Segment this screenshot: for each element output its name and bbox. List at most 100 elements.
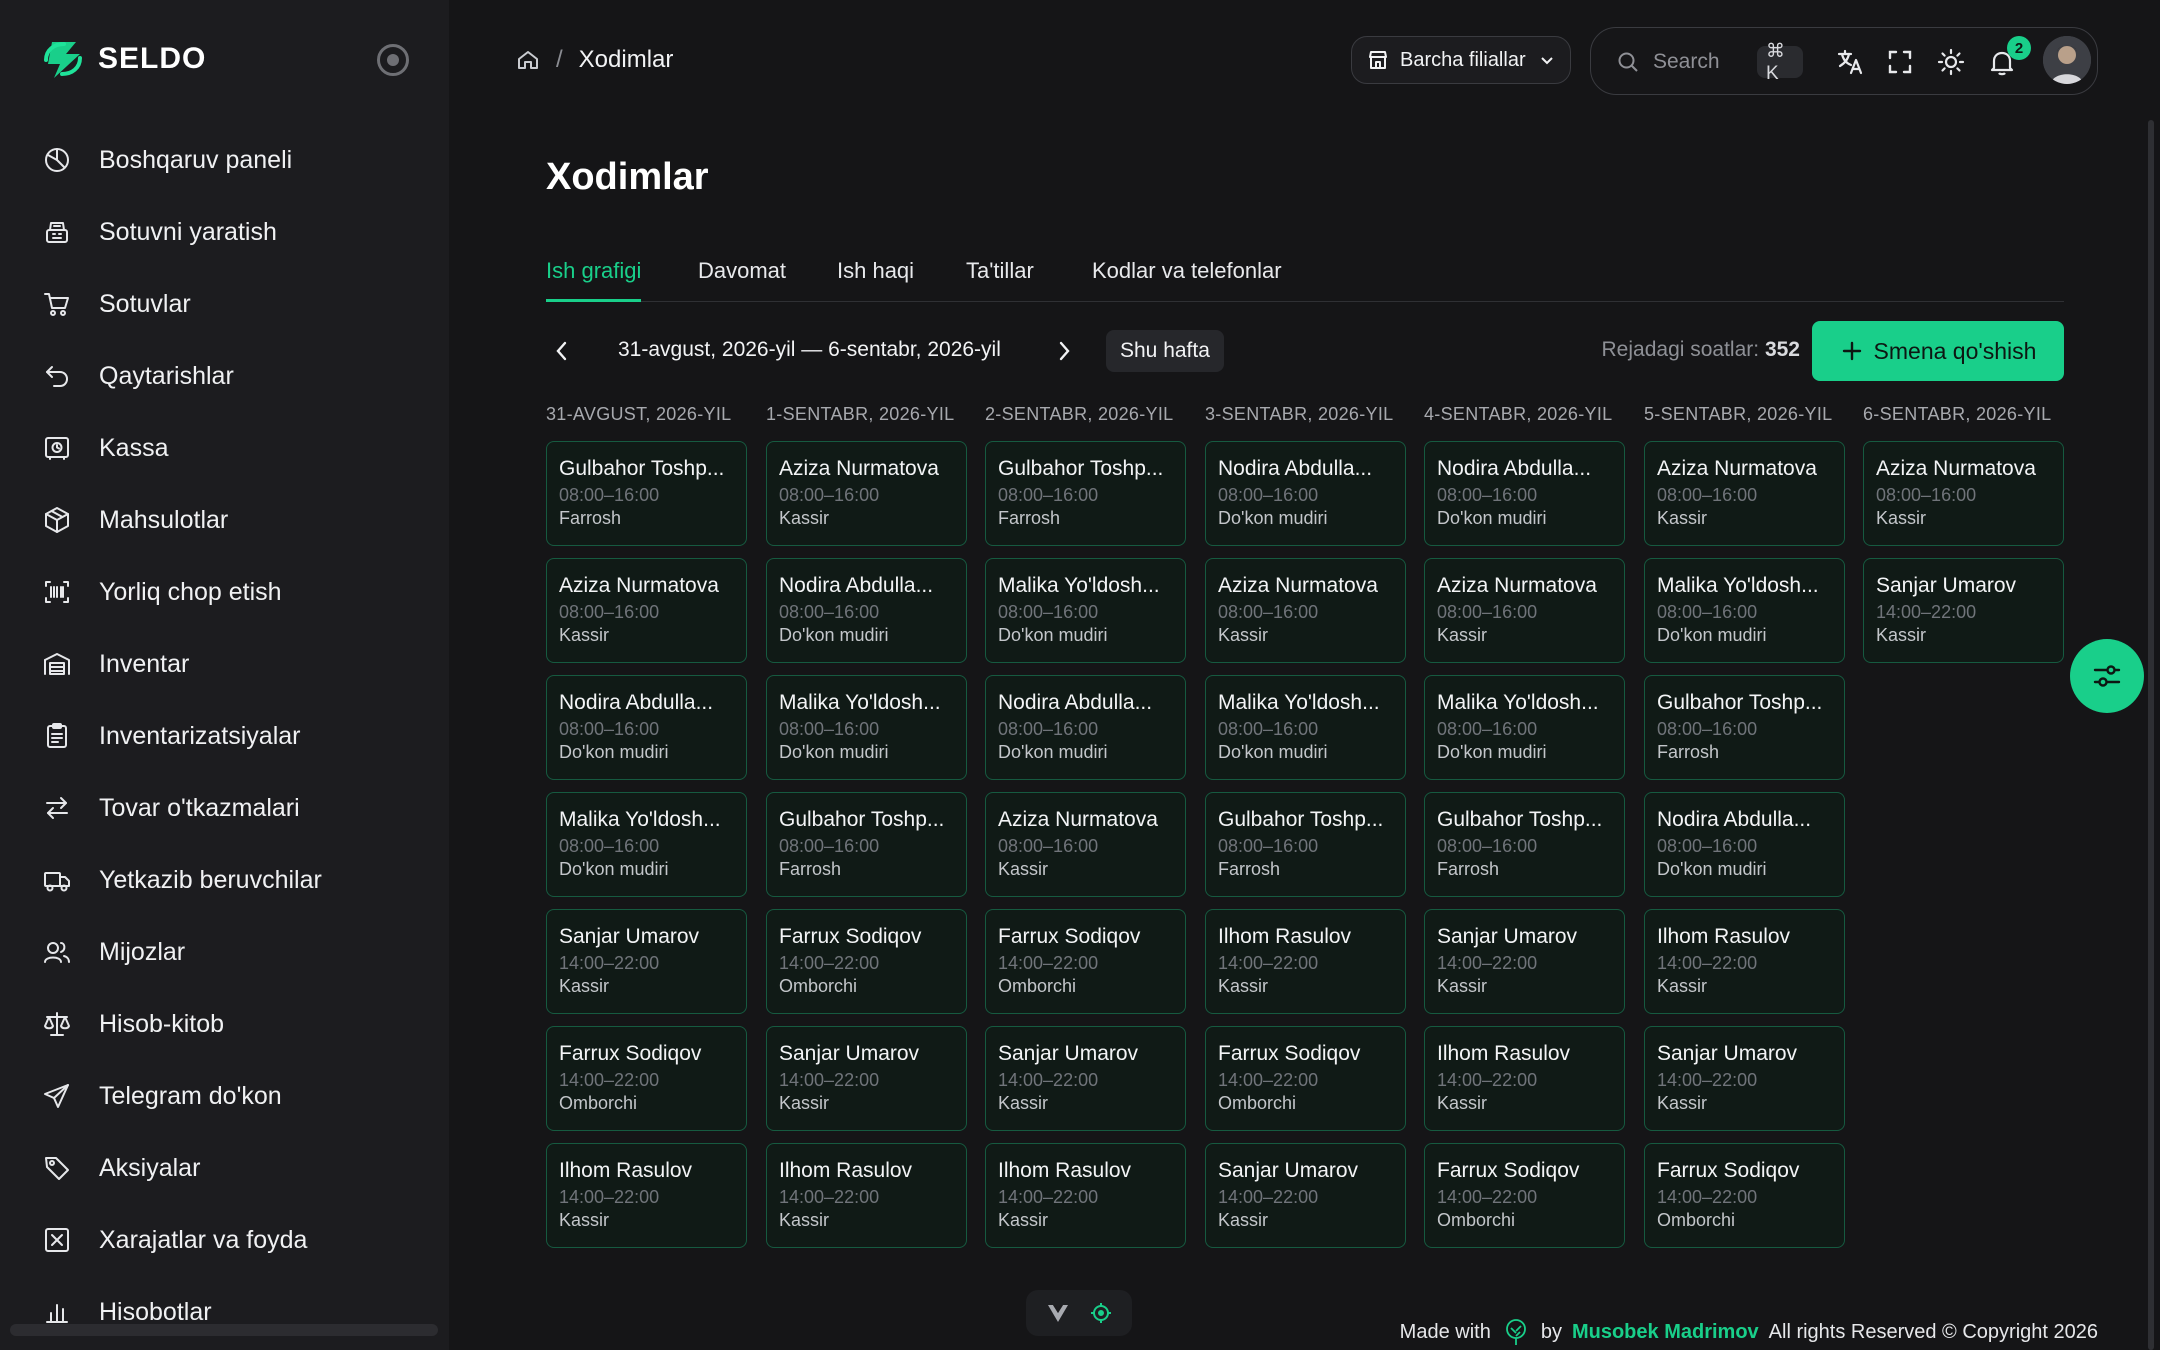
shift-card[interactable]: Ilhom Rasulov 14:00–22:00 Kassir <box>985 1143 1186 1248</box>
shift-card[interactable]: Malika Yo'ldosh... 08:00–16:00 Do'kon mudi… <box>766 675 967 780</box>
sidebar-collapse-toggle[interactable] <box>377 44 409 76</box>
sidebar-item-kassa[interactable]: Kassa <box>0 412 449 484</box>
footer-author-link[interactable]: Musobek Madrimov <box>1572 1321 1759 1344</box>
sidebar-item-boshqaruv-paneli[interactable]: Boshqaruv paneli <box>0 124 449 196</box>
shift-time: 08:00–16:00 <box>1657 719 1758 739</box>
branch-select[interactable]: Barcha filiallar <box>1351 36 1571 84</box>
shift-card[interactable]: Nodira Abdulla... 08:00–16:00 Do'kon mudir… <box>1644 792 1845 897</box>
shift-card[interactable]: Sanjar Umarov 14:00–22:00 Kassir <box>766 1026 967 1131</box>
shift-role: Omborchi <box>1437 1210 1516 1230</box>
fullscreen-icon[interactable] <box>1885 47 1915 77</box>
sidebar-item-mijozlar[interactable]: Mijozlar <box>0 916 449 988</box>
shift-time: 08:00–16:00 <box>1657 836 1758 856</box>
sidebar-item-yetkazib-beruvchilar[interactable]: Yetkazib beruvchilar <box>0 844 449 916</box>
home-icon[interactable] <box>516 48 540 72</box>
sidebar-item-hisobotlar[interactable]: Hisobotlar <box>0 1276 449 1348</box>
sidebar-item-label: Boshqaruv paneli <box>99 145 293 174</box>
shift-employee-name: Aziza Nurmatova <box>1876 457 2036 480</box>
tab-davomat[interactable]: Davomat <box>698 258 786 302</box>
sidebar-item-telegram-do-kon[interactable]: Telegram do'kon <box>0 1060 449 1132</box>
tab-ish-grafigi[interactable]: Ish grafigi <box>546 258 642 302</box>
sidebar-item-inventar[interactable]: Inventar <box>0 628 449 700</box>
shift-card[interactable]: Farrux Sodiqov 14:00–22:00 Omborchi <box>1644 1143 1845 1248</box>
shift-card[interactable]: Aziza Nurmatova 08:00–16:00 Kassir <box>546 558 747 663</box>
shift-employee-name: Gulbahor Toshp... <box>998 457 1164 480</box>
shift-card[interactable]: Nodira Abdulla... 08:00–16:00 Do'kon mudir… <box>1205 441 1406 546</box>
shift-card[interactable]: Farrux Sodiqov 14:00–22:00 Omborchi <box>985 909 1186 1014</box>
sidebar-item-sotuvlar[interactable]: Sotuvlar <box>0 268 449 340</box>
add-shift-button[interactable]: Smena qo'shish <box>1812 321 2064 381</box>
shift-card[interactable]: Farrux Sodiqov 14:00–22:00 Omborchi <box>546 1026 747 1131</box>
shift-card[interactable]: Gulbahor Toshp... 08:00–16:00 Farrosh <box>1424 792 1625 897</box>
main-scrollbar[interactable] <box>2148 120 2154 1350</box>
shift-card[interactable]: Sanjar Umarov 14:00–22:00 Kassir <box>985 1026 1186 1131</box>
shift-card[interactable]: Ilhom Rasulov 14:00–22:00 Kassir <box>1424 1026 1625 1131</box>
truck-icon <box>44 872 70 892</box>
shift-card[interactable]: Nodira Abdulla... 08:00–16:00 Do'kon mudir… <box>546 675 747 780</box>
shift-card[interactable]: Sanjar Umarov 14:00–22:00 Kassir <box>1424 909 1625 1014</box>
sidebar-item-inventarizatsiyalar[interactable]: Inventarizatsiyalar <box>0 700 449 772</box>
translate-icon[interactable] <box>1835 47 1865 77</box>
shift-card[interactable]: Sanjar Umarov 14:00–22:00 Kassir <box>1644 1026 1845 1131</box>
shift-card[interactable]: Farrux Sodiqov 14:00–22:00 Omborchi <box>1424 1143 1625 1248</box>
shift-card[interactable]: Farrux Sodiqov 14:00–22:00 Omborchi <box>1205 1026 1406 1131</box>
scale-icon <box>44 1012 70 1036</box>
tab-kodlar-va-telefonlar[interactable]: Kodlar va telefonlar <box>1092 258 1282 302</box>
shift-card[interactable]: Gulbahor Toshp... 08:00–16:00 Farrosh <box>1644 675 1845 780</box>
shift-card[interactable]: Nodira Abdulla... 08:00–16:00 Do'kon mudir… <box>766 558 967 663</box>
shift-card[interactable]: Sanjar Umarov 14:00–22:00 Kassir <box>1863 558 2064 663</box>
this-week-button[interactable]: Shu hafta <box>1106 330 1224 372</box>
sidebar-item-label: Telegram do'kon <box>99 1081 282 1110</box>
shift-card[interactable]: Malika Yo'ldosh... 08:00–16:00 Do'kon mudi… <box>985 558 1186 663</box>
shift-card[interactable]: Nodira Abdulla... 08:00–16:00 Do'kon mudir… <box>1424 441 1625 546</box>
sidebar-item-qaytarishlar[interactable]: Qaytarishlar <box>0 340 449 412</box>
shift-card[interactable]: Ilhom Rasulov 14:00–22:00 Kassir <box>766 1143 967 1248</box>
shift-card[interactable]: Ilhom Rasulov 14:00–22:00 Kassir <box>546 1143 747 1248</box>
shift-card[interactable]: Malika Yo'ldosh... 08:00–16:00 Do'kon mudi… <box>1205 675 1406 780</box>
vue-logo-icon[interactable] <box>1046 1301 1070 1325</box>
shift-employee-name: Farrux Sodiqov <box>559 1042 702 1065</box>
shift-card[interactable]: Gulbahor Toshp... 08:00–16:00 Farrosh <box>985 441 1186 546</box>
target-icon[interactable] <box>1089 1301 1113 1325</box>
shift-card[interactable]: Malika Yo'ldosh... 08:00–16:00 Do'kon mudi… <box>546 792 747 897</box>
next-week-button[interactable] <box>1048 335 1080 367</box>
filter-settings-button[interactable] <box>2070 639 2144 713</box>
shift-card[interactable]: Aziza Nurmatova 08:00–16:00 Kassir <box>1644 441 1845 546</box>
prev-week-button[interactable] <box>546 335 578 367</box>
user-avatar[interactable] <box>2043 36 2091 84</box>
branch-select-value: Barcha filiallar <box>1400 48 1526 71</box>
shift-card[interactable]: Aziza Nurmatova 08:00–16:00 Kassir <box>985 792 1186 897</box>
shift-card[interactable]: Ilhom Rasulov 14:00–22:00 Kassir <box>1644 909 1845 1014</box>
tab-ish-haqi[interactable]: Ish haqi <box>837 258 914 302</box>
shift-card[interactable]: Aziza Nurmatova 08:00–16:00 Kassir <box>1424 558 1625 663</box>
tab-ta-tillar[interactable]: Ta'tillar <box>966 258 1034 302</box>
shift-employee-name: Ilhom Rasulov <box>998 1159 1132 1182</box>
shift-card[interactable]: Malika Yo'ldosh... 08:00–16:00 Do'kon mudi… <box>1424 675 1625 780</box>
sidebar-item-sotuvni-yaratish[interactable]: Sotuvni yaratish <box>0 196 449 268</box>
theme-sun-icon[interactable] <box>1936 47 1966 77</box>
shift-card[interactable]: Aziza Nurmatova 08:00–16:00 Kassir <box>766 441 967 546</box>
shift-card[interactable]: Gulbahor Toshp... 08:00–16:00 Farrosh <box>1205 792 1406 897</box>
sidebar-item-mahsulotlar[interactable]: Mahsulotlar <box>0 484 449 556</box>
shift-card[interactable]: Gulbahor Toshp... 08:00–16:00 Farrosh <box>766 792 967 897</box>
shift-card[interactable]: Gulbahor Toshp... 08:00–16:00 Farrosh <box>546 441 747 546</box>
sidebar-item-tovar-o-tkazmalari[interactable]: Tovar o'tkazmalari <box>0 772 449 844</box>
shift-card[interactable]: Malika Yo'ldosh... 08:00–16:00 Do'kon mudi… <box>1644 558 1845 663</box>
shift-card[interactable]: Aziza Nurmatova 08:00–16:00 Kassir <box>1863 441 2064 546</box>
sidebar-item-yorliq-chop-etish[interactable]: Yorliq chop etish <box>0 556 449 628</box>
sidebar-item-xarajatlar-va-foyda[interactable]: Xarajatlar va foyda <box>0 1204 449 1276</box>
shift-card[interactable]: Sanjar Umarov 14:00–22:00 Kassir <box>1205 1143 1406 1248</box>
shift-card[interactable]: Aziza Nurmatova 08:00–16:00 Kassir <box>1205 558 1406 663</box>
shift-card[interactable]: Nodira Abdulla... 08:00–16:00 Do'kon mudir… <box>985 675 1186 780</box>
shift-card[interactable]: Ilhom Rasulov 14:00–22:00 Kassir <box>1205 909 1406 1014</box>
sidebar-scrollbar[interactable] <box>10 1324 438 1336</box>
shift-card[interactable]: Sanjar Umarov 14:00–22:00 Kassir <box>546 909 747 1014</box>
shift-card[interactable]: Farrux Sodiqov 14:00–22:00 Omborchi <box>766 909 967 1014</box>
shift-employee-name: Malika Yo'ldosh... <box>559 808 721 831</box>
search-input[interactable]: Search ⌘ K <box>1603 38 1803 86</box>
seldo-logo-icon <box>44 42 82 78</box>
sidebar-item-hisob-kitob[interactable]: Hisob-kitob <box>0 988 449 1060</box>
app-logo[interactable]: SELDO <box>40 34 206 84</box>
shift-employee-name: Nodira Abdulla... <box>998 691 1153 714</box>
sidebar-item-aksiyalar[interactable]: Aksiyalar <box>0 1132 449 1204</box>
